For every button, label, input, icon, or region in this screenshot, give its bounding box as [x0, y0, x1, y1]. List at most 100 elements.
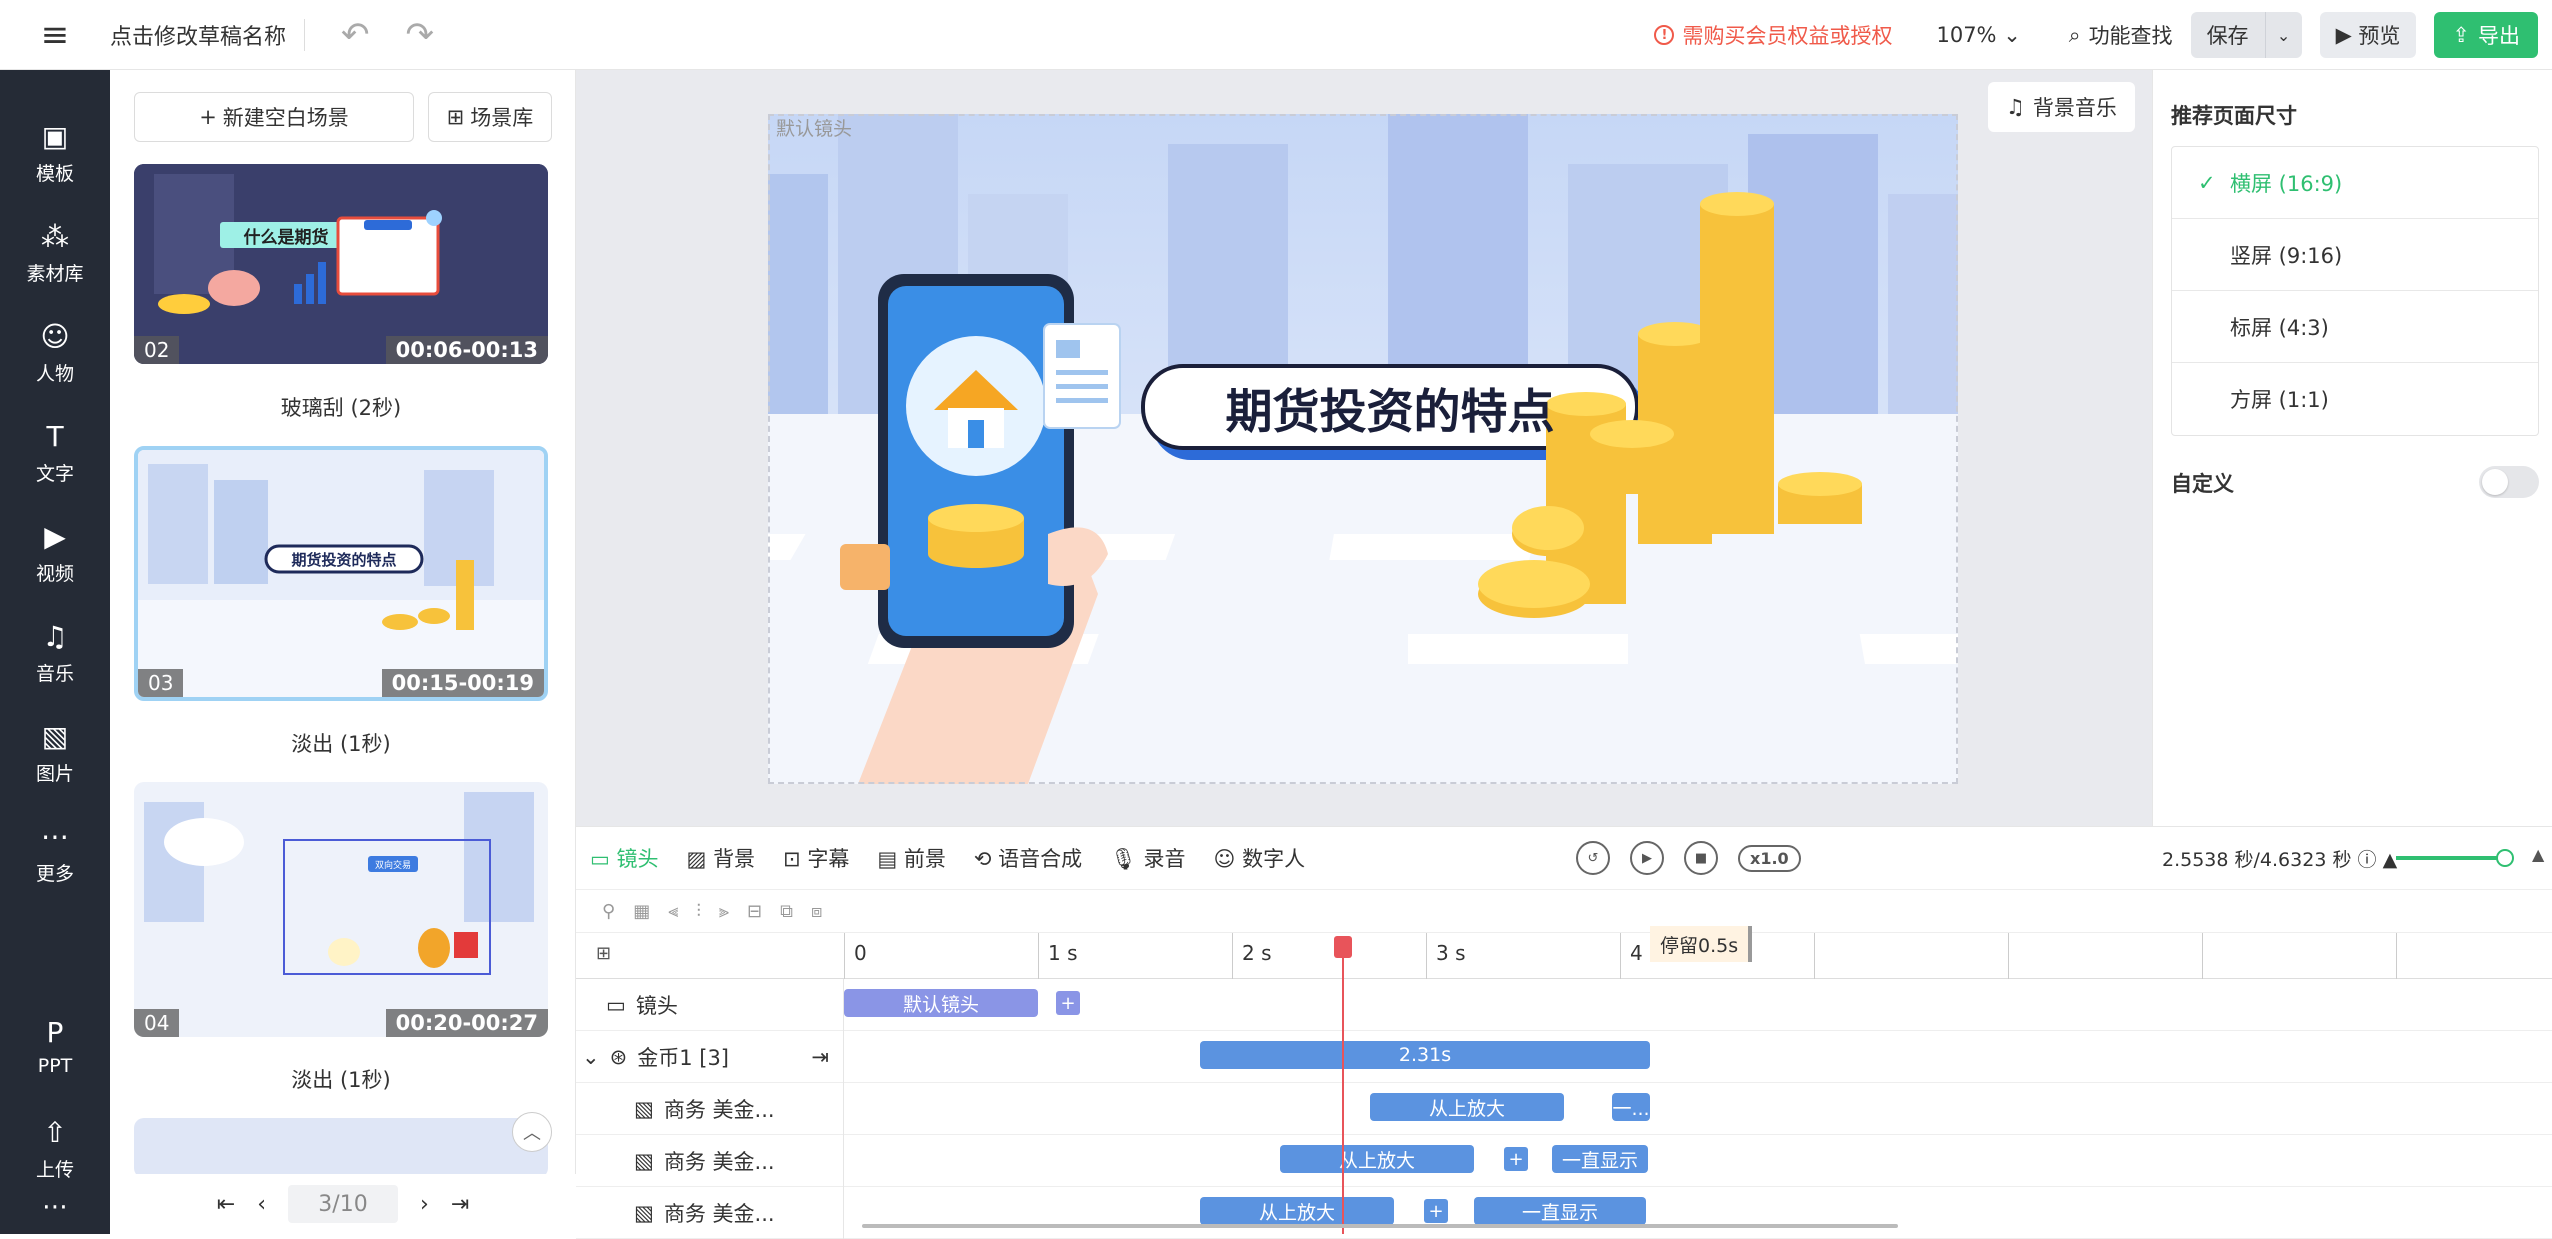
- timeline-bar-zoom[interactable]: 从上放大: [1200, 1197, 1394, 1225]
- page-indicator[interactable]: 3/10: [288, 1185, 398, 1223]
- timeline-panel: ▭ 镜头 ▨ 背景 ⊡ 字幕 ▤ 前景 ⟲ 语音合成 🎙 录音 ☺ 数字人 ↺ …: [576, 826, 2552, 1239]
- next-page-icon[interactable]: ›: [420, 1192, 429, 1217]
- sidebar-item-text[interactable]: T 文字: [0, 420, 110, 486]
- timeline-horizontal-scrollbar[interactable]: [862, 1224, 1898, 1228]
- music-note-icon: ♫: [2006, 95, 2025, 119]
- tab-subtitle[interactable]: ⊡ 字幕: [783, 843, 849, 873]
- export-button[interactable]: ⇪ 导出: [2434, 12, 2538, 58]
- sidebar-more-dots-icon[interactable]: ⋯: [0, 1192, 110, 1222]
- tab-lens[interactable]: ▭ 镜头: [590, 843, 659, 873]
- sidebar-item-ppt[interactable]: P PPT: [0, 1016, 110, 1077]
- sidebar-item-label: 音乐: [35, 663, 74, 685]
- text-icon: T: [46, 420, 64, 453]
- function-search-button[interactable]: ⌕ 功能查找: [2069, 20, 2173, 50]
- sidebar-item-material[interactable]: ⁂ 素材库: [0, 220, 110, 286]
- member-warning[interactable]: ! 需购买会员权益或授权: [1654, 20, 1892, 50]
- undo-icon[interactable]: ↶: [341, 15, 370, 55]
- save-button[interactable]: 保存: [2191, 12, 2266, 58]
- help-icon[interactable]: ⓘ: [2358, 849, 2377, 871]
- save-dropdown-icon[interactable]: ⌄: [2266, 12, 2302, 58]
- scene-transition[interactable]: 淡出 (1秒): [134, 1064, 548, 1094]
- scene-stage[interactable]: 期货投资的特点 默认镜头: [768, 114, 1958, 784]
- timeline-bar-always[interactable]: 一直显示: [1552, 1145, 1648, 1173]
- sidebar-item-music[interactable]: ♫ 音乐: [0, 620, 110, 686]
- add-lens-button[interactable]: +: [1056, 991, 1080, 1015]
- play-icon: ▶: [2335, 23, 2359, 47]
- ruler-tick: 0: [854, 941, 867, 965]
- align-right-icon[interactable]: ⫸: [719, 901, 729, 922]
- sidebar-item-more[interactable]: ⋯ 更多: [0, 820, 110, 886]
- exit-group-icon[interactable]: ⇥: [811, 1045, 829, 1069]
- sidebar-item-person[interactable]: ☺ 人物: [0, 320, 110, 386]
- new-blank-scene-button[interactable]: + 新建空白场景: [134, 92, 414, 142]
- draft-name[interactable]: 点击修改草稿名称: [110, 18, 306, 51]
- zoom-out-icon[interactable]: ▲: [2383, 849, 2398, 871]
- sidebar-item-image[interactable]: ▧ 图片: [0, 720, 110, 786]
- timeline-bar-coin[interactable]: 2.31s: [1200, 1041, 1650, 1069]
- timeline-ruler[interactable]: ⊞ 0 1 s 2 s 3 s 4 s: [576, 933, 2552, 979]
- timeline-zoom-slider[interactable]: [2396, 849, 2514, 867]
- ruler-icon: ⊞: [596, 943, 612, 964]
- play-icon[interactable]: ▶: [1630, 841, 1664, 875]
- scene-library-button[interactable]: ⊞ 场景库: [428, 92, 552, 142]
- tab-digital-human[interactable]: ☺ 数字人: [1214, 843, 1306, 873]
- zoom-in-icon[interactable]: ▲: [2532, 845, 2544, 864]
- sidebar-item-template[interactable]: ▣ 模板: [0, 120, 110, 186]
- tab-label: 字幕: [807, 847, 850, 871]
- add-animation-button[interactable]: +: [1504, 1147, 1528, 1171]
- align-left-icon[interactable]: ⫷: [668, 901, 678, 922]
- zoom-select[interactable]: 107% ⌄: [1936, 23, 2020, 47]
- group-icon[interactable]: ⧉: [780, 901, 793, 922]
- layers-icon[interactable]: ▦: [633, 901, 650, 922]
- scene-thumb-02[interactable]: 什么是期货 02 00:06-00:13: [134, 164, 548, 364]
- speed-button[interactable]: x1.0: [1738, 844, 1801, 872]
- scroll-up-button[interactable]: ︿: [512, 1112, 552, 1152]
- last-page-icon[interactable]: ⇥: [451, 1192, 469, 1217]
- timeline-bar-always[interactable]: 一...: [1612, 1093, 1650, 1121]
- sidebar-item-label: 更多: [35, 863, 74, 885]
- size-option-4-3[interactable]: 标屏 (4:3): [2172, 291, 2538, 363]
- sidebar-item-upload[interactable]: ⇧ 上传: [0, 1116, 110, 1182]
- sidebar-item-label: 素材库: [26, 263, 84, 285]
- tab-record[interactable]: 🎙 录音: [1110, 843, 1185, 873]
- scene-thumb-03[interactable]: 期货投资的特点 03 00:15-00:19: [134, 446, 548, 701]
- tab-label: 录音: [1143, 847, 1186, 871]
- align-center-icon[interactable]: ⫶: [696, 901, 701, 922]
- menu-icon[interactable]: ≡: [0, 0, 110, 70]
- playhead[interactable]: [1342, 938, 1344, 1234]
- timeline-bar-always[interactable]: 一直显示: [1474, 1197, 1646, 1225]
- distribute-icon[interactable]: ⊟: [747, 901, 762, 922]
- sidebar-item-label: 图片: [35, 763, 74, 785]
- group-icon: ⊛: [609, 1045, 628, 1069]
- tab-tts[interactable]: ⟲ 语音合成: [974, 843, 1082, 873]
- timeline-bar-zoom[interactable]: 从上放大: [1280, 1145, 1474, 1173]
- prev-page-icon[interactable]: ‹: [257, 1192, 266, 1217]
- dwell-marker[interactable]: 停留0.5s: [1650, 926, 1752, 962]
- first-page-icon[interactable]: ⇤: [217, 1192, 235, 1217]
- size-option-1-1[interactable]: 方屏 (1:1): [2172, 363, 2538, 435]
- sidebar-item-video[interactable]: ▶ 视频: [0, 520, 110, 586]
- scene-transition[interactable]: 玻璃刮 (2秒): [134, 392, 548, 422]
- replay-icon[interactable]: ↺: [1576, 841, 1610, 875]
- custom-size-toggle[interactable]: [2479, 466, 2539, 498]
- size-option-16-9[interactable]: ✓ 横屏 (16:9): [2172, 147, 2538, 219]
- scene-time: 00:06-00:13: [385, 336, 548, 364]
- add-animation-button[interactable]: +: [1424, 1199, 1448, 1223]
- redo-icon[interactable]: ↷: [406, 15, 435, 55]
- preview-button[interactable]: ▶ 预览: [2319, 12, 2417, 58]
- scene-thumb-05[interactable]: [134, 1118, 548, 1178]
- scene-thumb-04[interactable]: 双向交易 04 00:20-00:27: [134, 782, 548, 1037]
- ungroup-icon[interactable]: ⧈: [811, 901, 822, 922]
- chevron-down-icon[interactable]: ⌄: [582, 1045, 600, 1069]
- playback-controls: ↺ ▶ ■ x1.0: [1576, 841, 1801, 875]
- size-option-9-16[interactable]: 竖屏 (9:16): [2172, 219, 2538, 291]
- stop-icon[interactable]: ■: [1684, 841, 1718, 875]
- timeline-bar-zoom[interactable]: 从上放大: [1370, 1093, 1564, 1121]
- timeline-bar-default-lens[interactable]: 默认镜头: [844, 989, 1038, 1017]
- bg-music-button[interactable]: ♫ 背景音乐: [1988, 82, 2135, 132]
- scene-transition[interactable]: 淡出 (1秒): [134, 728, 548, 758]
- filter-icon[interactable]: ⚲: [602, 901, 615, 922]
- save-group: 保存 ⌄: [2190, 12, 2302, 58]
- tab-background[interactable]: ▨ 背景: [687, 843, 756, 873]
- tab-foreground[interactable]: ▤ 前景: [877, 843, 946, 873]
